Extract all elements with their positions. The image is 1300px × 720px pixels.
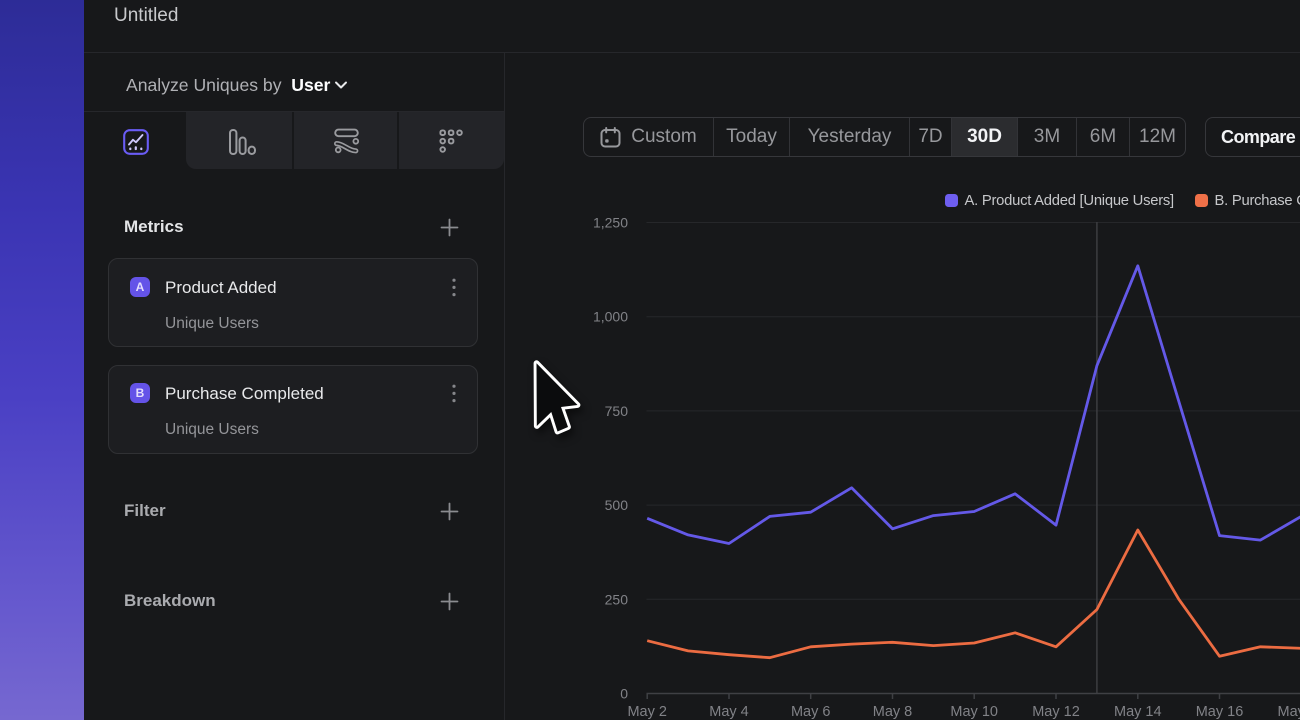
svg-text:0: 0 <box>620 686 628 702</box>
svg-text:May 14: May 14 <box>1114 704 1162 720</box>
svg-text:500: 500 <box>605 497 629 513</box>
svg-text:May 8: May 8 <box>873 704 913 720</box>
svg-text:May 2: May 2 <box>627 704 667 720</box>
svg-text:250: 250 <box>605 591 629 607</box>
svg-text:1,000: 1,000 <box>593 309 628 325</box>
svg-text:May 4: May 4 <box>709 704 749 720</box>
svg-text:May 10: May 10 <box>950 704 998 720</box>
svg-text:May 6: May 6 <box>791 704 831 720</box>
svg-text:May 16: May 16 <box>1196 704 1244 720</box>
svg-text:May 18: May 18 <box>1278 704 1300 720</box>
svg-text:May 12: May 12 <box>1032 704 1080 720</box>
svg-text:750: 750 <box>605 403 629 419</box>
svg-text:1,250: 1,250 <box>593 215 628 231</box>
